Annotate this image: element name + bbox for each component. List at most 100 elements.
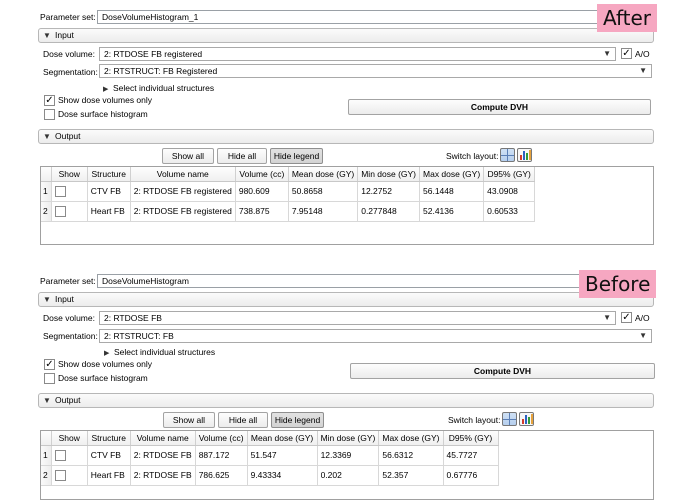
column-header[interactable]: Min dose (GY) (357, 167, 421, 182)
segmentation-select[interactable]: 2: RTSTRUCT: FB ▼ (99, 329, 652, 343)
show-structure-checkbox[interactable] (54, 205, 66, 217)
chevron-down-icon: ▼ (603, 49, 611, 58)
caret-down-icon: ▼ (43, 295, 51, 304)
show-cell (51, 201, 88, 222)
column-header[interactable]: Max dose (GY) (419, 167, 485, 182)
min-dose-cell: 0.277848 (357, 201, 421, 222)
show-all-button[interactable]: Show all (162, 148, 214, 164)
dose-volume-ao-checkbox[interactable]: ✓ (621, 48, 632, 59)
min-dose-cell: 0.202 (317, 465, 380, 486)
volume-cc-cell: 980.609 (235, 181, 289, 202)
structure-cell: Heart FB (87, 201, 131, 222)
row-index: 2 (41, 201, 52, 222)
ao-label: A/O (635, 49, 650, 59)
caret-down-icon: ▼ (43, 31, 51, 40)
parameter-set-field[interactable]: DoseVolumeHistogram_1 (97, 10, 653, 24)
show-structure-checkbox[interactable] (54, 185, 66, 197)
after-tag: After (597, 4, 658, 32)
column-header[interactable]: Mean dose (GY) (247, 431, 318, 446)
caret-down-icon: ▼ (43, 132, 51, 141)
show-dose-volumes-label: Show dose volumes only (58, 359, 153, 369)
select-structures-label: Select individual structures (113, 83, 215, 93)
show-dose-volumes-checkbox[interactable]: ✓ (44, 95, 55, 106)
show-structure-checkbox[interactable] (54, 469, 66, 481)
column-header[interactable]: Volume (cc) (195, 431, 248, 446)
table-row[interactable]: 2 Heart FB 2: RTDOSE FB registered 738.8… (41, 201, 536, 222)
max-dose-cell: 52.357 (378, 465, 444, 486)
max-dose-cell: 56.6312 (378, 445, 444, 466)
structure-cell: CTV FB (87, 445, 131, 466)
row-index-header (41, 431, 52, 446)
dose-volume-select[interactable]: 2: RTDOSE FB ▼ (99, 311, 616, 325)
table-row[interactable]: 1 CTV FB 2: RTDOSE FB registered 980.609… (41, 181, 536, 202)
show-all-button[interactable]: Show all (163, 412, 215, 428)
compute-dvh-button[interactable]: Compute DVH (348, 99, 651, 115)
dvh-results-table: Show Structure Volume name Volume (cc) M… (40, 430, 654, 500)
input-section-title: Input (55, 30, 74, 40)
column-header[interactable]: Mean dose (GY) (288, 167, 359, 182)
segmentation-value: 2: RTSTRUCT: FB (104, 331, 174, 341)
dose-surface-checkbox[interactable] (44, 109, 55, 120)
output-section-title: Output (55, 395, 81, 405)
dose-surface-label: Dose surface histogram (58, 109, 148, 119)
caret-down-icon: ▼ (43, 396, 51, 405)
output-section-header[interactable]: ▼ Output (38, 393, 654, 408)
table-row[interactable]: 2 Heart FB 2: RTDOSE FB 786.625 9.43334 … (41, 465, 499, 486)
column-header[interactable]: Show (51, 431, 88, 446)
volume-name-cell: 2: RTDOSE FB registered (130, 201, 236, 222)
column-header[interactable]: Structure (87, 167, 131, 182)
column-header[interactable]: Max dose (GY) (378, 431, 444, 446)
show-cell (51, 181, 88, 202)
segmentation-select[interactable]: 2: RTSTRUCT: FB Registered ▼ (99, 64, 652, 78)
dose-volume-ao-checkbox[interactable]: ✓ (621, 312, 632, 323)
mean-dose-cell: 51.547 (247, 445, 318, 466)
row-index: 1 (41, 445, 52, 466)
show-structure-checkbox[interactable] (54, 449, 66, 461)
column-header[interactable]: Volume (cc) (235, 167, 289, 182)
dose-surface-checkbox[interactable] (44, 373, 55, 384)
before-tag: Before (579, 270, 657, 298)
dose-volume-label: Dose volume: (43, 49, 95, 59)
volume-name-cell: 2: RTDOSE FB registered (130, 181, 236, 202)
compute-dvh-button[interactable]: Compute DVH (350, 363, 655, 379)
column-header[interactable]: Min dose (GY) (317, 431, 380, 446)
input-section-header[interactable]: ▼ Input (38, 292, 654, 307)
show-cell (51, 465, 88, 486)
dose-volume-select[interactable]: 2: RTDOSE FB registered ▼ (99, 47, 616, 61)
segmentation-label: Segmentation: (43, 331, 98, 341)
hide-all-button[interactable]: Hide all (217, 148, 267, 164)
max-dose-cell: 56.1448 (419, 181, 485, 202)
dose-volume-label: Dose volume: (43, 313, 95, 323)
switch-layout-label: Switch layout: (446, 151, 499, 161)
output-section-header[interactable]: ▼ Output (38, 129, 654, 144)
hide-all-button[interactable]: Hide all (218, 412, 268, 428)
table-row[interactable]: 1 CTV FB 2: RTDOSE FB 887.172 51.547 12.… (41, 445, 499, 466)
min-dose-cell: 12.2752 (357, 181, 421, 202)
volume-cc-cell: 786.625 (195, 465, 248, 486)
four-up-layout-icon[interactable] (502, 412, 517, 426)
chevron-down-icon: ▼ (639, 66, 647, 75)
chart-layout-icon[interactable] (517, 148, 532, 162)
hide-legend-button[interactable]: Hide legend (270, 148, 323, 164)
before-panel: Parameter set: DoseVolumeHistogram ▼ Inpu… (0, 266, 680, 500)
four-up-layout-icon[interactable] (500, 148, 515, 162)
chart-layout-icon[interactable] (519, 412, 534, 426)
column-header[interactable]: Show (51, 167, 88, 182)
max-dose-cell: 52.4136 (419, 201, 485, 222)
column-header[interactable]: Volume name (130, 431, 196, 446)
parameter-set-field[interactable]: DoseVolumeHistogram (97, 274, 653, 288)
column-header[interactable]: Structure (87, 431, 131, 446)
hide-legend-button[interactable]: Hide legend (271, 412, 324, 428)
column-header[interactable]: Volume name (130, 167, 236, 182)
input-section-header[interactable]: ▼ Input (38, 28, 654, 43)
show-dose-volumes-checkbox[interactable]: ✓ (44, 359, 55, 370)
select-structures-label: Select individual structures (114, 347, 216, 357)
column-header[interactable]: D95% (GY) (443, 431, 499, 446)
row-index-header (41, 167, 52, 182)
column-header[interactable]: D95% (GY) (483, 167, 536, 182)
dose-volume-value: 2: RTDOSE FB registered (104, 49, 203, 59)
dvh-results-table: Show Structure Volume name Volume (cc) M… (40, 166, 654, 245)
d95-cell: 0.60533 (483, 201, 536, 222)
ao-label: A/O (635, 313, 650, 323)
chevron-down-icon: ▼ (603, 313, 611, 322)
